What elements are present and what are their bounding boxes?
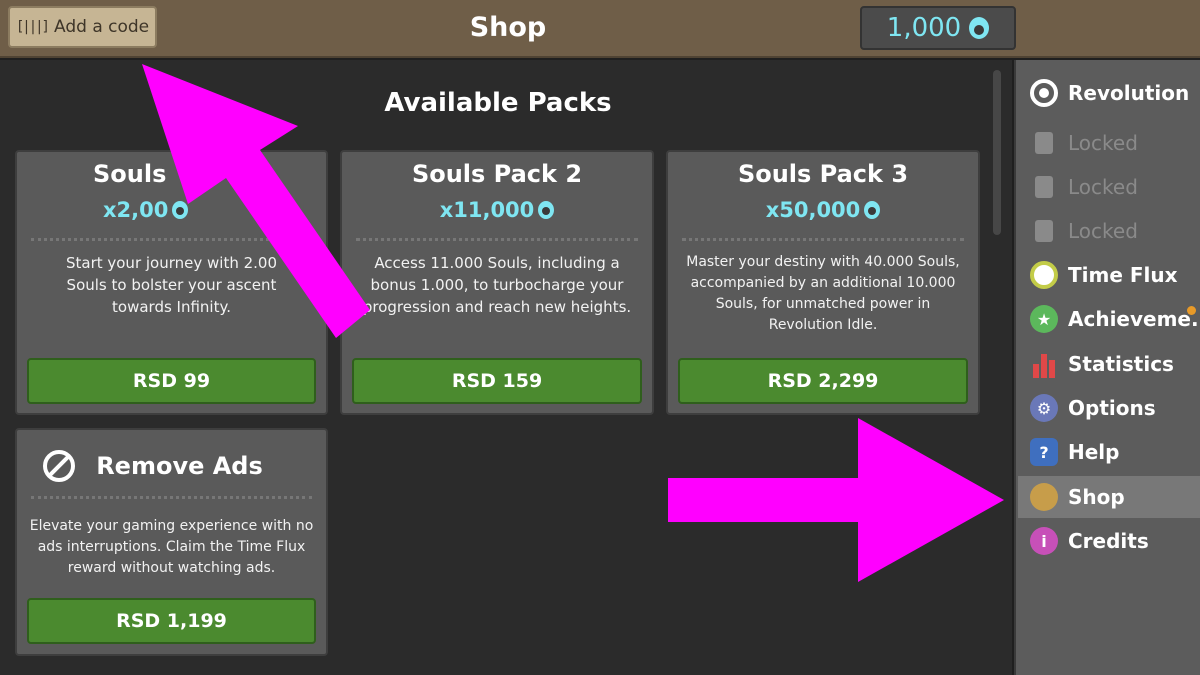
soul-icon (864, 201, 881, 219)
soul-icon (538, 201, 555, 219)
souls-pack-3-card: Souls Pack 3 x50,000 Master your destiny… (666, 150, 980, 415)
buy-pack-2-button[interactable]: RSD 159 (352, 358, 642, 404)
soul-icon (172, 201, 189, 219)
pack-title: Souls Pack 2 (411, 160, 583, 188)
sidebar-item-revolution[interactable]: Revolution (1018, 72, 1200, 114)
sidebar-item-label: Statistics (1068, 352, 1174, 376)
divider (31, 238, 312, 241)
info-icon: i (1030, 527, 1058, 555)
lock-icon (1035, 132, 1053, 154)
add-code-label: Add a code (54, 17, 150, 37)
sidebar-item-help[interactable]: ? Help (1018, 431, 1200, 473)
revolution-icon (1030, 79, 1058, 107)
pack-amount: x11,000 (342, 198, 652, 222)
page-title: Shop (469, 12, 547, 43)
currency-display: 1,000 (860, 6, 1016, 50)
scrollbar[interactable] (993, 70, 1001, 235)
remove-ads-card: Remove Ads Elevate your gaming experienc… (15, 428, 328, 656)
sidebar: Revolution Locked Locked Locked Time Flu… (1014, 60, 1200, 675)
notification-dot (1187, 306, 1196, 315)
sidebar-item-label: Locked (1068, 175, 1138, 199)
stopwatch-icon (1030, 261, 1058, 289)
sidebar-item-label: Help (1068, 440, 1120, 464)
remove-ads-button[interactable]: RSD 1,199 (27, 598, 316, 644)
pack-description: Access 11.000 Souls, including a bonus 1… (362, 254, 632, 316)
sidebar-item-locked-1: Locked (1018, 122, 1200, 164)
souls-pack-1-card: Souls x2,00 Start your journey with 2.00… (15, 150, 328, 415)
sidebar-item-label: Credits (1068, 529, 1149, 553)
pack-amount: x2,00 (17, 198, 326, 222)
pack-title: Souls Pack 3 (737, 160, 909, 188)
pack-amount-value: x50,000 (765, 198, 861, 222)
question-icon: ? (1030, 438, 1058, 466)
sidebar-item-label: Options (1068, 396, 1156, 420)
sidebar-item-label: Locked (1068, 131, 1138, 155)
buy-pack-1-button[interactable]: RSD 99 (27, 358, 316, 404)
bar-chart-icon (1030, 350, 1058, 378)
money-bag-icon (1030, 483, 1058, 511)
souls-pack-2-card: Souls Pack 2 x11,000 Access 11.000 Souls… (340, 150, 654, 415)
barcode-icon: [|||] (15, 19, 50, 35)
sidebar-item-shop[interactable]: Shop (1018, 476, 1200, 518)
sidebar-item-label: Achieveme... (1068, 307, 1200, 331)
sidebar-item-locked-3: Locked (1018, 210, 1200, 252)
pack-amount-value: x2,00 (103, 198, 169, 222)
sidebar-item-statistics[interactable]: Statistics (1018, 343, 1200, 385)
top-bar: [|||] Add a code Shop 1,000 (0, 0, 1200, 58)
packs-heading: Available Packs (384, 88, 612, 118)
divider (356, 238, 638, 241)
medal-icon: ★ (1030, 305, 1058, 333)
sidebar-item-time-flux[interactable]: Time Flux (1018, 254, 1200, 296)
pack-description: Start your journey with 2.00 Souls to bo… (65, 254, 278, 316)
sidebar-item-locked-2: Locked (1018, 166, 1200, 208)
soul-icon (969, 17, 990, 39)
sidebar-item-achievements[interactable]: ★ Achieveme... (1018, 298, 1200, 340)
sidebar-item-label: Revolution (1068, 81, 1190, 105)
currency-amount: 1,000 (886, 13, 962, 43)
pack-amount: x50,000 (668, 198, 978, 222)
buy-pack-3-button[interactable]: RSD 2,299 (678, 358, 968, 404)
sidebar-item-label: Time Flux (1068, 263, 1178, 287)
pack-title: Souls (93, 160, 167, 188)
pack-amount-value: x11,000 (439, 198, 535, 222)
add-code-button[interactable]: [|||] Add a code (8, 6, 157, 48)
gear-icon: ⚙ (1030, 394, 1058, 422)
pack-description: Elevate your gaming experience with no a… (29, 518, 314, 576)
divider (682, 238, 964, 241)
pack-description: Master your destiny with 40.000 Souls, a… (686, 254, 960, 333)
lock-icon (1035, 176, 1053, 198)
sidebar-item-credits[interactable]: i Credits (1018, 520, 1200, 562)
pack-title: Remove Ads (96, 452, 263, 480)
sidebar-item-label: Locked (1068, 219, 1138, 243)
sidebar-item-label: Shop (1068, 485, 1125, 509)
divider (31, 496, 312, 499)
sidebar-item-options[interactable]: ⚙ Options (1018, 387, 1200, 429)
lock-icon (1035, 220, 1053, 242)
